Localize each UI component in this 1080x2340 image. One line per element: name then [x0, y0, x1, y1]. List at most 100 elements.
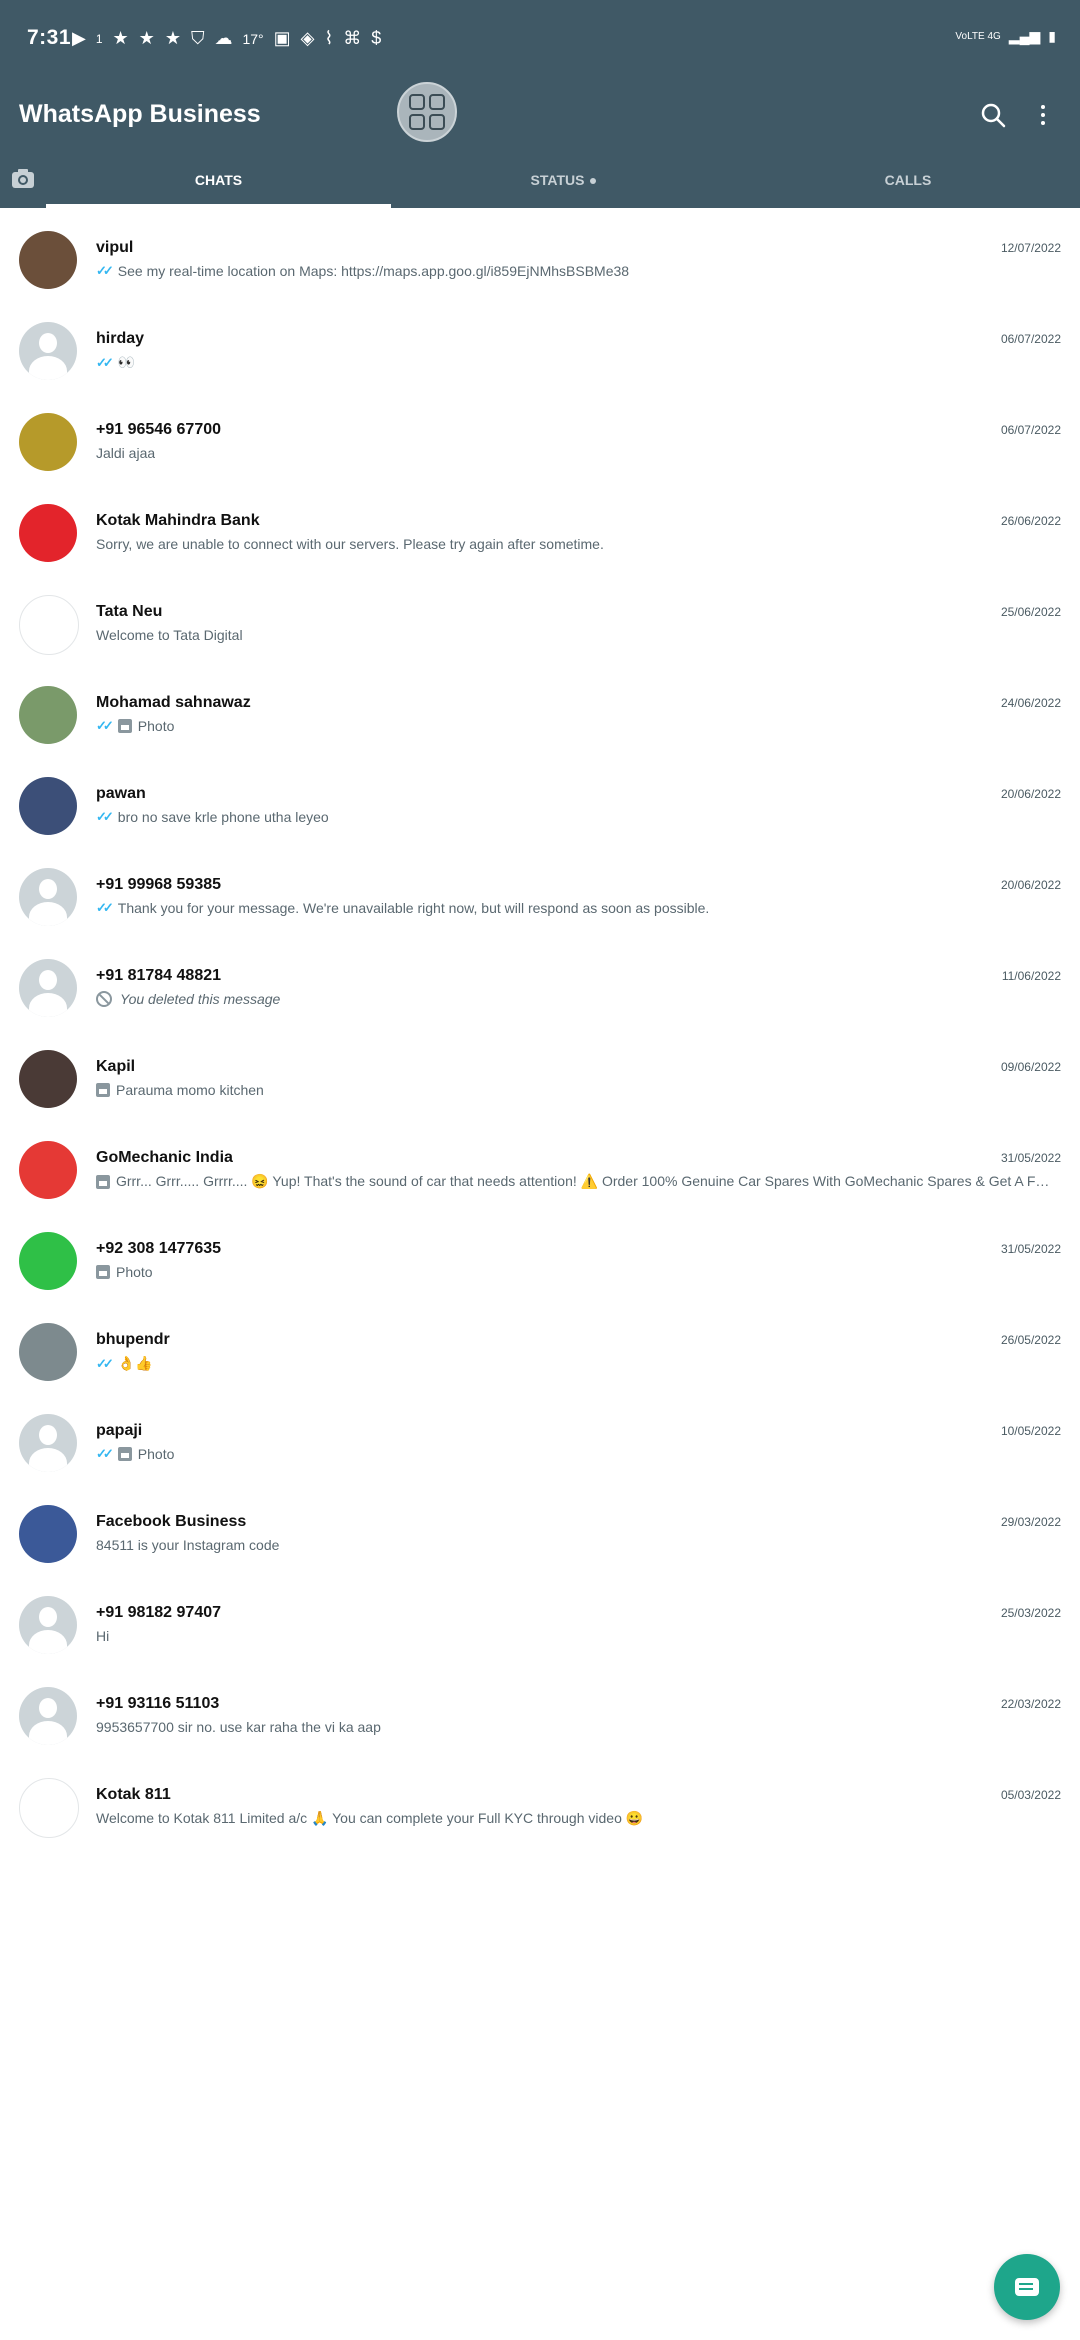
chat-name: Mohamad sahnawaz: [96, 694, 251, 711]
read-ticks-icon: ✓✓: [96, 1446, 114, 1461]
gallery-icon: ▣: [273, 28, 291, 48]
chat-row[interactable]: +91 96546 67700 06/07/2022 Jaldi ajaa: [0, 399, 1080, 490]
avatar[interactable]: [19, 1323, 77, 1381]
chat-row[interactable]: +91 81784 48821 11/06/2022 You deleted thi…: [0, 945, 1080, 1036]
tab-bar: CHATS STATUS CALLS: [0, 160, 1080, 208]
chat-name: +91 98182 97407: [96, 1604, 222, 1621]
avatar[interactable]: [19, 1687, 77, 1745]
chat-name: +91 96546 67700: [96, 421, 222, 438]
avatar[interactable]: [19, 231, 77, 289]
avatar[interactable]: [19, 322, 77, 380]
chat-row[interactable]: +91 93116 51103 22/03/2022 9953657700 sir …: [0, 1673, 1080, 1764]
avatar[interactable]: [19, 504, 77, 562]
app-title: WhatsApp Business: [19, 100, 261, 128]
app-header: 7:31 ▶ 1 ★ ★ ★ ⛉ ☁ 17° ▣ ◈ ⌇ ⌘ $ VoLTE 4…: [0, 0, 1080, 208]
chat-row[interactable]: pawan 20/06/2022 ✓✓ bro no save krle phone …: [0, 763, 1080, 854]
chat-row[interactable]: Kotak Mahindra Bank 26/06/2022 Sorry, we a…: [0, 490, 1080, 581]
avatar[interactable]: [19, 595, 79, 655]
chat-name: Kotak Mahindra Bank: [96, 512, 260, 529]
chat-preview: Sorry, we are unable to connect with our…: [96, 536, 1052, 552]
camera-icon[interactable]: [10, 166, 36, 192]
read-ticks-icon: ✓✓: [96, 809, 114, 824]
status-right: VoLTE 4G ▂▄▆ ▮: [955, 28, 1056, 45]
tab-chats[interactable]: CHATS: [46, 172, 391, 188]
chat-row[interactable]: Mohamad sahnawaz 24/06/2022 ✓✓ Photo: [0, 672, 1080, 763]
chat-row[interactable]: Kapil 09/06/2022 Parauma momo kitchen: [0, 1036, 1080, 1127]
chat-preview: Grrr... Grrr..... Grrrr.... 😖 Yup! That'…: [96, 1173, 1052, 1190]
floating-app-bubble[interactable]: [397, 82, 457, 142]
chat-preview-text: Jaldi ajaa: [96, 445, 156, 461]
chat-name: +91 99968 59385: [96, 876, 222, 893]
status-icons: ▶ 1 ★ ★ ★ ⛉ ☁ 17° ▣ ◈ ⌇ ⌘ $: [72, 28, 381, 49]
new-chat-button[interactable]: [994, 2254, 1060, 2320]
chat-row[interactable]: Tata Neu 25/06/2022 Welcome to Tata Digita…: [0, 581, 1080, 672]
avatar[interactable]: [19, 686, 77, 744]
chat-row[interactable]: +91 98182 97407 25/03/2022 Hi: [0, 1582, 1080, 1673]
chat-preview-text: Thank you for your message. We're unavai…: [117, 900, 710, 916]
status-update-dot: [590, 178, 597, 185]
chat-preview-text: Photo: [116, 1264, 153, 1280]
avatar[interactable]: [19, 1232, 77, 1290]
chat-preview: ✓✓ bro no save krle phone utha leyeo: [96, 809, 1052, 825]
chat-preview-text: Welcome to Kotak 811 Limited a/c 🙏 You c…: [96, 1810, 644, 1826]
chat-preview-text: 👌👍: [117, 1355, 153, 1371]
battery-icon: ▮: [1048, 28, 1056, 44]
chat-date: 09/06/2022: [1000, 1060, 1061, 1074]
chat-name: Facebook Business: [96, 1513, 247, 1530]
chat-row[interactable]: bhupendr 26/05/2022 ✓✓ 👌👍: [0, 1309, 1080, 1400]
chat-preview-text: Welcome to Tata Digital: [96, 627, 243, 643]
chat-preview: Parauma momo kitchen: [96, 1082, 1052, 1098]
star-icon: ★: [112, 28, 129, 48]
tab-calls[interactable]: CALLS: [736, 172, 1080, 188]
avatar[interactable]: [19, 1414, 77, 1472]
chat-row[interactable]: vipul 12/07/2022 ✓✓ See my real-time locati…: [0, 217, 1080, 308]
data-speed-indicator: 1: [95, 31, 103, 46]
cloud-icon: ☁: [214, 28, 233, 48]
signal-icon: ▂▄▆: [1008, 28, 1041, 44]
chat-row[interactable]: Facebook Business 29/03/2022 84511 is your…: [0, 1491, 1080, 1582]
chat-preview-text: Photo: [137, 1446, 175, 1462]
chat-row[interactable]: hirday 06/07/2022 ✓✓ 👀: [0, 308, 1080, 399]
avatar[interactable]: [19, 777, 77, 835]
chat-preview-text: Grrr... Grrr..... Grrrr.... 😖 Yup! That'…: [115, 1173, 1052, 1189]
media-play-icon: ▶: [72, 28, 86, 48]
chat-name: +92 308 1477635: [96, 1240, 222, 1257]
dollar-icon: $: [371, 28, 382, 48]
vpn-icon: ⌘: [343, 28, 362, 48]
avatar[interactable]: [19, 413, 77, 471]
chat-date: 06/07/2022: [1000, 423, 1061, 437]
chat-date: 24/06/2022: [1000, 696, 1061, 710]
chat-name: Kotak 811: [96, 1786, 171, 1803]
chat-date: 26/05/2022: [1000, 1333, 1061, 1347]
chat-row[interactable]: +92 308 1477635 31/05/2022 Photo: [0, 1218, 1080, 1309]
chat-row[interactable]: Kotak 811 05/03/2022 Welcome to Kotak 811 …: [0, 1764, 1080, 1855]
chat-preview: ✓✓ Thank you for your message. We're unav…: [96, 900, 1052, 916]
avatar[interactable]: [19, 1778, 79, 1838]
search-icon[interactable]: [978, 100, 1008, 130]
chat-name: pawan: [96, 785, 146, 802]
chat-preview-text: bro no save krle phone utha leyeo: [117, 809, 329, 825]
avatar[interactable]: [19, 959, 77, 1017]
avatar[interactable]: [19, 1050, 77, 1108]
more-options-icon[interactable]: [1028, 100, 1058, 130]
tab-status[interactable]: STATUS: [391, 172, 736, 188]
chat-row[interactable]: papaji 10/05/2022 ✓✓ Photo: [0, 1400, 1080, 1491]
avatar[interactable]: [19, 1505, 77, 1563]
chat-preview: ✓✓ 👀: [96, 354, 1052, 371]
chat-name: +91 93116 51103: [96, 1695, 220, 1712]
photo-icon: [117, 719, 132, 733]
chat-row[interactable]: GoMechanic India 31/05/2022 Grrr... Grrr..…: [0, 1127, 1080, 1218]
chat-preview-text: See my real-time location on Maps: https…: [117, 263, 630, 279]
avatar[interactable]: [19, 1141, 77, 1199]
avatar[interactable]: [19, 1596, 77, 1654]
chat-name: bhupendr: [96, 1331, 170, 1348]
chat-preview: Hi: [96, 1628, 1052, 1644]
chat-preview: Photo: [96, 1264, 1052, 1280]
chat-name: +91 81784 48821: [96, 967, 222, 984]
status-time: 7:31: [27, 26, 72, 49]
chat-preview: Welcome to Kotak 811 Limited a/c 🙏 You c…: [96, 1810, 1052, 1827]
chat-row[interactable]: +91 99968 59385 20/06/2022 ✓✓ Thank you for…: [0, 854, 1080, 945]
chat-preview: 84511 is your Instagram code: [96, 1537, 1052, 1553]
avatar[interactable]: [19, 868, 77, 926]
chat-preview-text: Hi: [96, 1628, 110, 1644]
